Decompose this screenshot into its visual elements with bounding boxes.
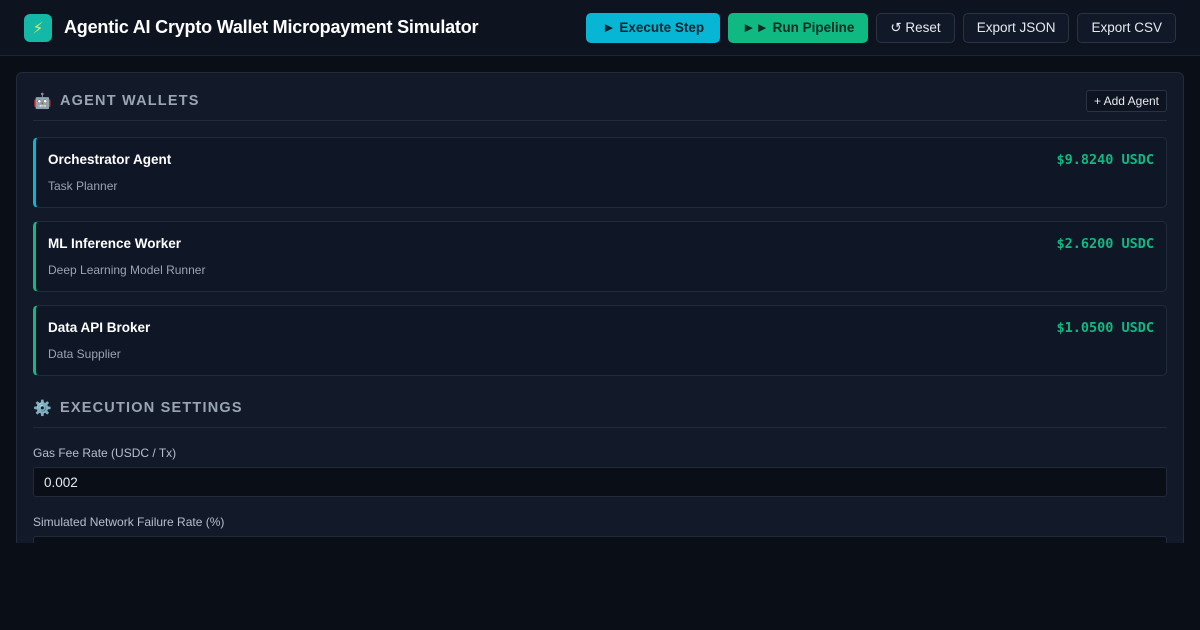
wallet-role: Data Supplier	[48, 347, 121, 361]
failure-rate-input[interactable]	[33, 536, 1167, 543]
execute-step-button[interactable]: ► Execute Step	[586, 12, 721, 43]
section-title: Agent Wallets	[60, 92, 200, 109]
wallet-balance: $9.8240 USDC	[1056, 152, 1154, 168]
wallet-balance: $2.6200 USDC	[1056, 236, 1154, 252]
wallet-card[interactable]: Data API Broker Data Supplier $1.0500 US…	[33, 305, 1167, 376]
wallet-name: Data API Broker	[48, 320, 151, 335]
toolbar: ► Execute Step ►► Run Pipeline ↺ Reset E…	[586, 12, 1176, 43]
robot-icon: 🤖	[33, 92, 52, 110]
wallet-card[interactable]: ML Inference Worker Deep Learning Model …	[33, 221, 1167, 292]
wallet-card[interactable]: Orchestrator Agent Task Planner $9.8240 …	[33, 137, 1167, 208]
gas-fee-label: Gas Fee Rate (USDC / Tx)	[33, 446, 177, 460]
wallet-name: Orchestrator Agent	[48, 152, 172, 167]
agent-wallets-header: 🤖 Agent Wallets + Add Agent	[33, 89, 1167, 121]
gear-icon: ⚙️	[33, 399, 52, 417]
wallet-name: ML Inference Worker	[48, 236, 182, 251]
control-panel: 🤖 Agent Wallets + Add Agent Orchestrator…	[16, 72, 1184, 543]
export-csv-button[interactable]: Export CSV	[1077, 12, 1176, 43]
wallet-role: Deep Learning Model Runner	[48, 263, 206, 277]
wallet-balance: $1.0500 USDC	[1056, 320, 1154, 336]
execution-settings-header: ⚙️ Execution Settings	[33, 396, 1167, 428]
gas-fee-input[interactable]	[33, 467, 1167, 497]
bolt-icon: ⚡	[24, 13, 52, 42]
reset-button[interactable]: ↺ Reset	[876, 12, 955, 43]
add-agent-button[interactable]: + Add Agent	[1085, 89, 1167, 112]
wallet-role: Task Planner	[48, 179, 118, 193]
section-title: Execution Settings	[60, 399, 243, 416]
export-json-button[interactable]: Export JSON	[962, 12, 1070, 43]
failure-rate-label: Simulated Network Failure Rate (%)	[33, 515, 225, 529]
run-pipeline-button[interactable]: ►► Run Pipeline	[728, 12, 869, 43]
app-title: Agentic AI Crypto Wallet Micropayment Si…	[64, 17, 479, 37]
top-bar: ⚡ Agentic AI Crypto Wallet Micropayment …	[0, 0, 1200, 56]
